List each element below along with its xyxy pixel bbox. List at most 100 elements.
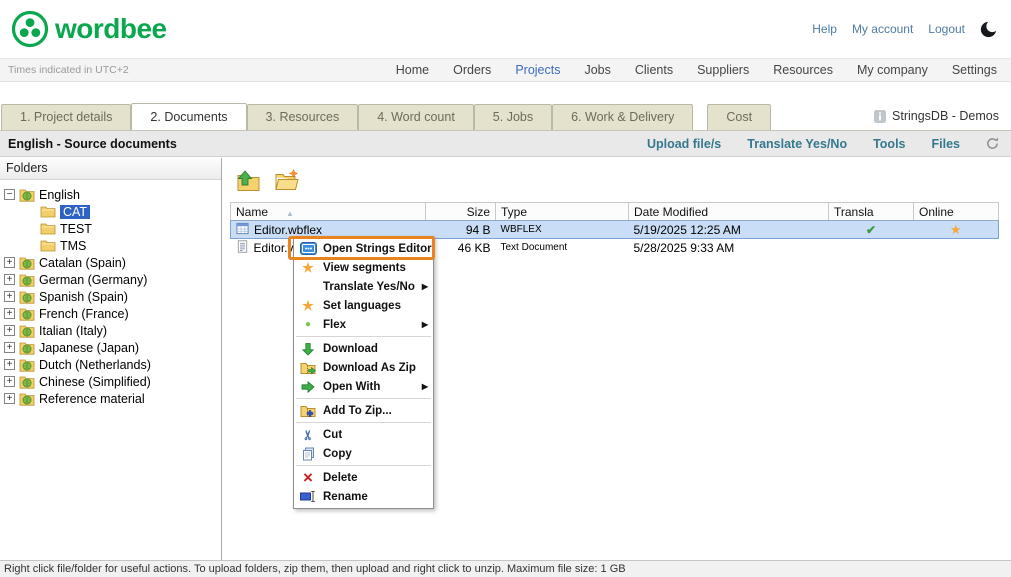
action-translate-yes-no[interactable]: Translate Yes/No (747, 137, 847, 151)
tree-expander-icon[interactable]: + (4, 257, 15, 268)
wordbee-logo: wordbee (10, 9, 167, 49)
folder-globe-icon (19, 391, 35, 407)
moon-icon[interactable] (980, 21, 997, 38)
column-header-online[interactable]: Online (914, 203, 999, 221)
wbflex-file-icon (236, 222, 249, 238)
file-online-status: ★ (914, 221, 999, 239)
tab-1-project-details[interactable]: 1. Project details (1, 104, 131, 130)
folder-globe-icon (19, 306, 35, 322)
menu-item-flex[interactable]: ● Flex ▶ (294, 315, 433, 334)
menu-item-label: Open Strings Editor (323, 243, 432, 255)
file-translate-status: ✔ (829, 221, 914, 239)
column-header-name[interactable]: Name▲ (231, 203, 426, 221)
star-icon[interactable]: ★ (950, 222, 962, 237)
tree-item-italian-italy: + Italian (Italy) (4, 322, 219, 339)
nav-item-orders[interactable]: Orders (453, 63, 491, 77)
folder-new-icon[interactable] (273, 167, 300, 194)
tree-subfolder-test[interactable]: TEST (40, 220, 219, 237)
files-toolbar (222, 158, 1011, 202)
tab-5-jobs[interactable]: 5. Jobs (474, 104, 552, 130)
tree-row[interactable]: + Italian (Italy) (4, 322, 219, 339)
refresh-icon[interactable] (986, 137, 999, 150)
menu-item-open-with[interactable]: Open With ▶ (294, 377, 433, 396)
tree-expander-icon[interactable]: + (4, 291, 15, 302)
menu-item-set-languages[interactable]: ★ Set languages (294, 296, 433, 315)
folders-panel: Folders − English CAT TEST TMS + Catalan… (0, 158, 222, 560)
folder-globe-icon (19, 323, 35, 339)
tree-row[interactable]: + Dutch (Netherlands) (4, 356, 219, 373)
menu-item-label: Download (323, 343, 378, 355)
nav-item-suppliers[interactable]: Suppliers (697, 63, 749, 77)
menu-item-label: Cut (323, 429, 342, 441)
action-upload-file-s[interactable]: Upload file/s (647, 137, 721, 151)
tree-row[interactable]: − English (4, 186, 219, 203)
nav-item-settings[interactable]: Settings (952, 63, 997, 77)
tree-expander-icon[interactable]: + (4, 308, 15, 319)
file-name: Editor.wbflex (254, 223, 322, 237)
menu-item-label: Set languages (323, 300, 401, 312)
tree-row[interactable]: + French (France) (4, 305, 219, 322)
menu-item-translate-yes-no[interactable]: Translate Yes/No ▶ (294, 277, 433, 296)
menu-item-add-to-zip[interactable]: Add To Zip... (294, 401, 433, 420)
tab-2-documents[interactable]: 2. Documents (131, 103, 246, 130)
folder-icon (40, 238, 56, 254)
check-icon: ✔ (866, 223, 876, 237)
folder-globe-icon (19, 255, 35, 271)
tree-expander-icon[interactable]: + (4, 325, 15, 336)
nav-item-projects[interactable]: Projects (515, 63, 560, 77)
menu-item-open-strings-editor[interactable]: Open Strings Editor (294, 239, 433, 258)
action-files[interactable]: Files (932, 137, 961, 151)
menu-item-view-segments[interactable]: ★ View segments (294, 258, 433, 277)
tree-expander-icon[interactable]: − (4, 189, 15, 200)
tree-subfolder-tms[interactable]: TMS (40, 237, 219, 254)
tree-row[interactable]: + Japanese (Japan) (4, 339, 219, 356)
nav-item-home[interactable]: Home (396, 63, 429, 77)
subfolder-label: TEST (60, 222, 92, 236)
zip-add-icon (299, 403, 317, 418)
nav-item-my-company[interactable]: My company (857, 63, 928, 77)
tree-expander-icon[interactable]: + (4, 274, 15, 285)
tree-row[interactable]: + Chinese (Simplified) (4, 373, 219, 390)
tree-expander-icon[interactable]: + (4, 342, 15, 353)
folder-up-icon[interactable] (234, 167, 261, 194)
tab-6-work-delivery[interactable]: 6. Work & Delivery (552, 104, 693, 130)
footer-hint-bar: Right click file/folder for useful actio… (0, 560, 1011, 577)
header-link-logout[interactable]: Logout (928, 22, 965, 36)
tab-3-resources[interactable]: 3. Resources (247, 104, 359, 130)
tree-subfolder-cat[interactable]: CAT (40, 203, 219, 220)
menu-item-cut[interactable]: ✂ Cut (294, 425, 433, 444)
tree-expander-icon[interactable]: + (4, 359, 15, 370)
tree-expander-icon[interactable]: + (4, 393, 15, 404)
tab-cost[interactable]: Cost (707, 104, 771, 130)
header-link-help[interactable]: Help (812, 22, 837, 36)
file-size: 94 B (426, 221, 496, 239)
menu-item-label: Rename (323, 491, 368, 503)
menu-item-copy[interactable]: Copy (294, 444, 433, 463)
tree-expander-icon[interactable]: + (4, 376, 15, 387)
nav-item-clients[interactable]: Clients (635, 63, 673, 77)
menu-item-delete[interactable]: × Delete (294, 468, 433, 487)
nav-item-jobs[interactable]: Jobs (584, 63, 610, 77)
nav-item-resources[interactable]: Resources (773, 63, 833, 77)
info-icon (874, 110, 886, 123)
tree-row[interactable]: + Spanish (Spain) (4, 288, 219, 305)
column-header-transla[interactable]: Transla (829, 203, 914, 221)
tab-4-word-count[interactable]: 4. Word count (358, 104, 474, 130)
folder-icon (40, 221, 56, 237)
folder-globe-icon (19, 374, 35, 390)
menu-item-rename[interactable]: Rename (294, 487, 433, 506)
column-header-date-modified[interactable]: Date Modified (629, 203, 829, 221)
column-header-type[interactable]: Type (496, 203, 629, 221)
menu-separator (296, 336, 431, 337)
header-link-my-account[interactable]: My account (852, 22, 913, 36)
tree-row[interactable]: + Catalan (Spain) (4, 254, 219, 271)
folder-globe-icon (19, 272, 35, 288)
main-nav: Home Orders Projects Jobs Clients Suppliers Re… (396, 63, 997, 77)
action-tools[interactable]: Tools (873, 137, 905, 151)
column-header-size[interactable]: Size (426, 203, 496, 221)
tree-row[interactable]: + Reference material (4, 390, 219, 407)
menu-item-download-as-zip[interactable]: Download As Zip (294, 358, 433, 377)
menu-item-download[interactable]: Download (294, 339, 433, 358)
project-tabs: 1. Project details2. Documents3. Resourc… (0, 104, 1011, 131)
tree-row[interactable]: + German (Germany) (4, 271, 219, 288)
